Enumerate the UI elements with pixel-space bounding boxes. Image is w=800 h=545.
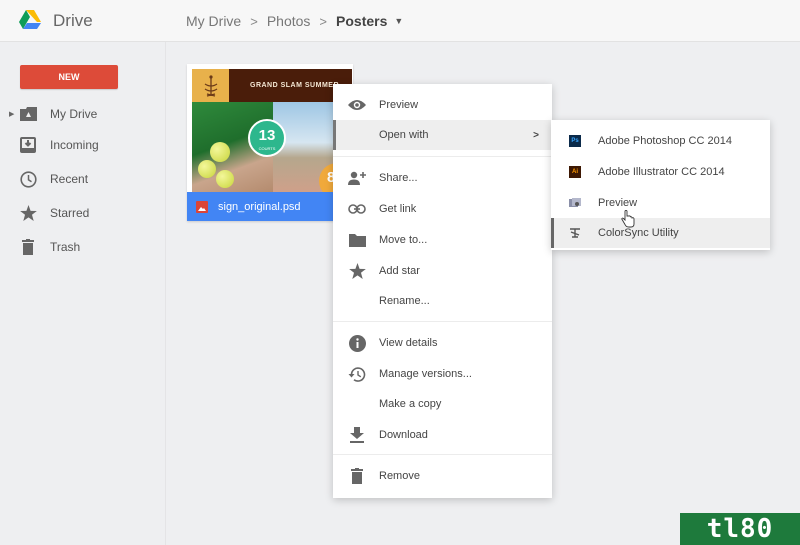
submenu-item-photoshop[interactable]: Ps Adobe Photoshop CC 2014: [551, 126, 770, 156]
menu-item-add-star[interactable]: Add star: [333, 256, 552, 286]
submenu-item-colorsync[interactable]: ColorSync Utility: [551, 218, 770, 248]
breadcrumb-separator: >: [319, 13, 328, 29]
illustrator-icon: Ai: [569, 166, 581, 178]
sidebar-item-incoming[interactable]: Incoming: [0, 132, 166, 158]
file-name-bar[interactable]: sign_original.psd: [187, 192, 353, 221]
menu-divider: [333, 321, 552, 322]
open-with-submenu: Ps Adobe Photoshop CC 2014 Ai Adobe Illu…: [551, 120, 770, 250]
colorsync-icon: [569, 227, 581, 239]
app-title[interactable]: Drive: [53, 11, 93, 31]
image-file-type-icon: [196, 200, 208, 213]
menu-item-open-with[interactable]: Open with >: [333, 120, 552, 150]
menu-item-get-link[interactable]: Get link: [333, 194, 552, 224]
download-icon: [347, 425, 367, 445]
breadcrumb-photos[interactable]: Photos: [267, 13, 311, 29]
menu-item-make-a-copy[interactable]: Make a copy: [333, 389, 552, 419]
courts-badge: 13 COURTS: [248, 119, 286, 157]
sidebar-item-recent[interactable]: Recent: [0, 166, 166, 192]
menu-item-rename[interactable]: Rename...: [333, 286, 552, 316]
hand-cursor-icon: [621, 210, 635, 228]
eye-icon: [347, 95, 367, 115]
menu-item-view-details[interactable]: View details: [333, 328, 552, 358]
menu-item-manage-versions[interactable]: Manage versions...: [333, 359, 552, 389]
menu-divider: [333, 454, 552, 455]
photoshop-icon: Ps: [569, 135, 581, 147]
sidebar-item-label: Recent: [50, 172, 89, 186]
sidebar-item-trash[interactable]: Trash: [0, 234, 166, 260]
context-menu: Preview Open with > Share... Get link Mo…: [333, 84, 552, 498]
incoming-icon: [19, 136, 37, 154]
sidebar-item-starred[interactable]: Starred: [0, 200, 166, 226]
star-icon: [347, 261, 367, 281]
sidebar-item-label: My Drive: [50, 107, 98, 121]
breadcrumb: My Drive > Photos > Posters ▼: [186, 13, 403, 29]
wheat-logo-icon: [192, 69, 229, 102]
menu-item-share[interactable]: Share...: [333, 163, 552, 193]
menu-item-move-to[interactable]: Move to...: [333, 225, 552, 255]
trash-icon: [347, 466, 367, 486]
history-icon: [347, 364, 367, 384]
breadcrumb-separator: >: [250, 13, 258, 29]
submenu-item-illustrator[interactable]: Ai Adobe Illustrator CC 2014: [551, 157, 770, 187]
menu-item-remove[interactable]: Remove: [333, 461, 552, 491]
trash-icon: [19, 238, 37, 256]
clock-icon: [19, 170, 37, 188]
menu-item-preview[interactable]: Preview: [333, 90, 552, 120]
caret-down-icon[interactable]: ▼: [394, 16, 403, 26]
menu-divider: [333, 156, 552, 157]
breadcrumb-my-drive[interactable]: My Drive: [186, 13, 241, 29]
sidebar-item-label: Incoming: [50, 138, 99, 152]
sidebar-item-label: Trash: [50, 240, 81, 254]
sidebar-item-label: Starred: [50, 206, 90, 220]
breadcrumb-posters[interactable]: Posters: [336, 13, 387, 29]
watermark-logo: tl80: [680, 513, 800, 545]
file-card[interactable]: GRAND SLAM SUMMER 13 COURTS 8 sign_origi…: [187, 64, 353, 221]
top-bar: Drive My Drive > Photos > Posters ▼: [0, 0, 800, 42]
sidebar-item-my-drive[interactable]: ▶ My Drive: [0, 101, 166, 127]
file-thumbnail: GRAND SLAM SUMMER 13 COURTS 8: [192, 69, 352, 192]
preview-app-icon: [569, 197, 581, 209]
google-drive-logo-icon[interactable]: [19, 10, 41, 30]
menu-item-download[interactable]: Download: [333, 420, 552, 450]
folder-icon: [347, 230, 367, 250]
submenu-item-preview[interactable]: Preview: [551, 188, 770, 218]
star-icon: [19, 204, 37, 222]
expand-arrow-icon[interactable]: ▶: [9, 110, 14, 118]
person-add-icon: [347, 168, 367, 188]
new-button[interactable]: NEW: [20, 65, 118, 89]
drive-folder-icon: [19, 105, 37, 123]
chevron-right-icon: >: [533, 129, 539, 141]
info-icon: [347, 333, 367, 353]
file-name: sign_original.psd: [218, 200, 301, 213]
sidebar: NEW ▶ My Drive Incoming Recent Starred T…: [0, 42, 166, 545]
link-icon: [347, 199, 367, 219]
